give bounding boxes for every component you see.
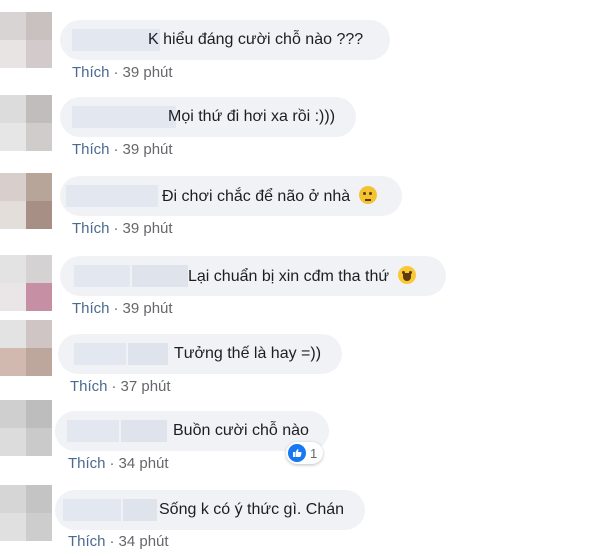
comment-text: Tưởng thế là hay =)) [174, 345, 322, 362]
comment-actions: Thích · 39 phút [72, 141, 173, 158]
timestamp-link[interactable]: 39 phút [123, 300, 173, 317]
separator: · [111, 378, 117, 395]
avatar[interactable] [0, 400, 52, 456]
comment-actions: Thích · 34 phút [68, 455, 169, 472]
avatar[interactable] [0, 485, 52, 541]
comment-actions: Thích · 39 phút [72, 64, 173, 81]
comment-text-body: Lại chuẩn bị xin cđm tha thứ [188, 268, 390, 285]
commenter-name-redacted[interactable] [128, 343, 168, 365]
separator: · [113, 64, 119, 81]
comment-text: Đi chơi chắc để não ở nhà [162, 186, 377, 207]
comment-text: Lại chuẩn bị xin cđm tha thứ [188, 266, 416, 287]
like-link[interactable]: Thích [72, 64, 110, 81]
like-reaction-icon [288, 444, 306, 462]
comment-text: Buồn cười chỗ nào [173, 422, 309, 439]
avatar[interactable] [0, 173, 52, 229]
like-link[interactable]: Thích [72, 300, 110, 317]
comment-text: K hiểu đáng cười chỗ nào ??? [148, 31, 364, 48]
commenter-name-redacted[interactable] [67, 420, 119, 442]
reaction-count-badge[interactable]: 1 [286, 442, 324, 464]
separator: · [113, 220, 119, 237]
comment-actions: Thích · 39 phút [72, 220, 173, 237]
avatar[interactable] [0, 255, 52, 311]
commenter-name-redacted[interactable] [72, 29, 160, 51]
commenter-name-redacted[interactable] [132, 265, 188, 287]
timestamp-link[interactable]: 39 phút [123, 141, 173, 158]
commenter-name-redacted[interactable] [66, 185, 158, 207]
avatar[interactable] [0, 95, 52, 151]
avatar[interactable] [0, 320, 52, 376]
comment-actions: Thích · 37 phút [70, 378, 171, 395]
commenter-name-redacted[interactable] [74, 343, 126, 365]
comment-text: Sống k có ý thức gì. Chán [159, 501, 345, 518]
commenter-name-redacted[interactable] [72, 106, 176, 128]
commenter-name-redacted[interactable] [123, 499, 157, 521]
separator: · [113, 141, 119, 158]
comment-actions: Thích · 39 phút [72, 300, 173, 317]
commenter-name-redacted[interactable] [121, 420, 167, 442]
timestamp-link[interactable]: 39 phút [123, 64, 173, 81]
comment-bubble: Tưởng thế là hay =)) [58, 334, 342, 374]
thinking-face-emoji [358, 186, 377, 204]
avatar[interactable] [0, 12, 52, 68]
like-link[interactable]: Thích [68, 455, 106, 472]
timestamp-link[interactable]: 34 phút [119, 455, 169, 472]
like-link[interactable]: Thích [72, 220, 110, 237]
reaction-count: 1 [310, 445, 318, 461]
comment-text: Mọi thứ đi hơi xa rồi :))) [168, 108, 336, 125]
comment-bubble: Đi chơi chắc để não ở nhà [60, 176, 402, 216]
like-link[interactable]: Thích [70, 378, 108, 395]
comment-bubble: Lại chuẩn bị xin cđm tha thứ [60, 256, 446, 296]
timestamp-link[interactable]: 34 phút [119, 533, 169, 550]
timestamp-link[interactable]: 39 phút [123, 220, 173, 237]
comment-actions: Thích · 34 phút [68, 533, 169, 550]
separator: · [109, 455, 115, 472]
laughing-face-emoji [397, 266, 416, 284]
separator: · [113, 300, 119, 317]
timestamp-link[interactable]: 37 phút [121, 378, 171, 395]
comment-bubble: Sống k có ý thức gì. Chán [55, 490, 365, 530]
comment-bubble: Mọi thứ đi hơi xa rồi :))) [60, 97, 356, 137]
separator: · [109, 533, 115, 550]
commenter-name-redacted[interactable] [74, 265, 130, 287]
like-link[interactable]: Thích [72, 141, 110, 158]
comment-text-body: Đi chơi chắc để não ở nhà [162, 188, 351, 205]
commenter-name-redacted[interactable] [63, 499, 121, 521]
comment-bubble: K hiểu đáng cười chỗ nào ??? [60, 20, 390, 60]
like-link[interactable]: Thích [68, 533, 106, 550]
